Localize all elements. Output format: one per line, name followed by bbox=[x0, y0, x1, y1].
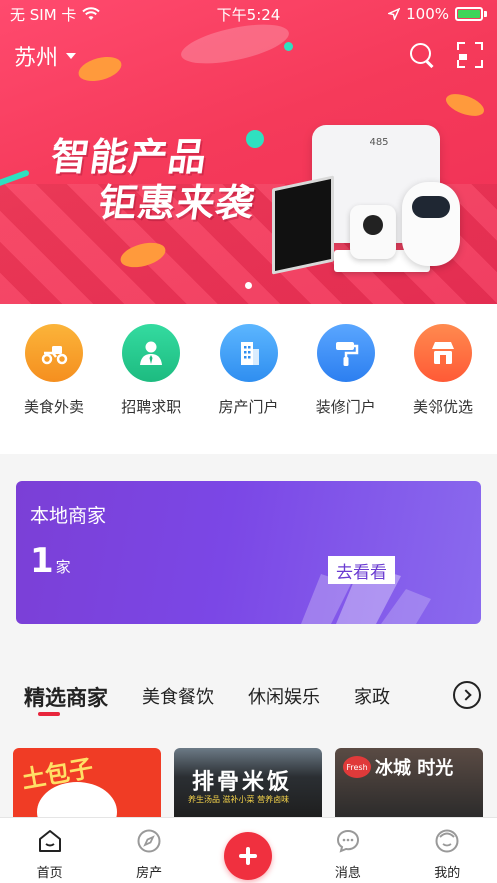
merchant-count-number: 1 bbox=[30, 541, 54, 581]
merchant-card[interactable]: Fresh 冰城 时光 bbox=[335, 748, 483, 820]
view-merchants-button[interactable]: 去看看 bbox=[328, 556, 395, 584]
local-merchants-title: 本地商家 bbox=[30, 505, 107, 527]
category-recruitment[interactable]: 招聘求职 bbox=[107, 324, 195, 454]
scooter-icon bbox=[25, 324, 83, 382]
battery-icon bbox=[455, 7, 487, 21]
category-label: 美食外卖 bbox=[23, 398, 84, 416]
banner-title-line2: 钜惠来袭 bbox=[95, 181, 258, 225]
category-label: 装修门户 bbox=[315, 398, 376, 416]
nav-label: 我的 bbox=[434, 866, 461, 881]
banner-decoration bbox=[443, 89, 487, 121]
home-icon bbox=[38, 830, 61, 852]
nav-publish[interactable] bbox=[208, 818, 288, 880]
paint-roller-icon bbox=[316, 324, 375, 382]
nav-label: 首页 bbox=[36, 866, 63, 881]
banner-pagination-dot bbox=[245, 282, 252, 289]
category-decoration[interactable]: 装修门户 bbox=[302, 324, 390, 454]
tab-housekeeping[interactable]: 家政 bbox=[354, 664, 390, 709]
monitor-image bbox=[272, 175, 334, 275]
merchant-list: 土包子 排骨米饭 养生汤品 滋补小菜 营养卤味 Fresh 冰城 时光 bbox=[13, 748, 497, 820]
search-icon[interactable] bbox=[409, 42, 435, 68]
location-arrow-icon bbox=[388, 8, 401, 20]
merchant-badge: Fresh bbox=[343, 756, 371, 778]
nav-home[interactable]: 首页 bbox=[10, 818, 90, 881]
category-label: 房产门户 bbox=[218, 398, 279, 416]
clock: 下午5:24 bbox=[216, 5, 281, 24]
plus-icon bbox=[239, 847, 258, 865]
city-label: 苏州 bbox=[14, 46, 59, 71]
scale-display: 485 bbox=[369, 137, 389, 148]
banner-decoration bbox=[75, 52, 125, 86]
category-grid: 美食外卖 招聘求职 房产门户 装修门户 美邻优选 bbox=[0, 304, 497, 454]
category-real-estate[interactable]: 房产门户 bbox=[205, 324, 293, 454]
merchant-count: 1 家 bbox=[30, 541, 71, 581]
scan-icon[interactable] bbox=[457, 42, 483, 68]
merchant-category-tabs: 精选商家 美食餐饮 休闲娱乐 家政 bbox=[0, 664, 497, 724]
carrier-label: 无 SIM 卡 bbox=[10, 5, 77, 24]
header-actions bbox=[409, 42, 483, 68]
battery-percent: 100% bbox=[406, 5, 449, 23]
robot-image bbox=[402, 182, 460, 266]
tab-food[interactable]: 美食餐饮 bbox=[142, 664, 214, 709]
caret-down-icon bbox=[66, 53, 77, 59]
bottom-navigation: 首页 房产 消息 我的 bbox=[0, 817, 497, 883]
chevron-right-icon bbox=[459, 689, 472, 701]
merchant-sign: 冰城 时光 bbox=[375, 758, 454, 779]
camera-image bbox=[350, 205, 396, 259]
banner-title: 智能产品 钜惠来袭 bbox=[42, 134, 265, 226]
merchant-count-unit: 家 bbox=[55, 558, 71, 576]
nav-profile[interactable]: 我的 bbox=[407, 818, 487, 881]
local-merchants-card[interactable]: 本地商家 1 家 去看看 bbox=[16, 481, 481, 624]
tab-leisure[interactable]: 休闲娱乐 bbox=[248, 664, 320, 709]
merchant-sub-sign: 养生汤品 滋补小菜 营养卤味 bbox=[188, 795, 290, 804]
nav-label: 房产 bbox=[136, 866, 163, 881]
nav-messages[interactable]: 消息 bbox=[308, 818, 388, 881]
publish-button[interactable] bbox=[224, 832, 273, 880]
shop-icon bbox=[414, 324, 472, 382]
tab-featured[interactable]: 精选商家 bbox=[24, 664, 108, 712]
merchant-card[interactable]: 土包子 bbox=[13, 748, 161, 820]
merchant-card[interactable]: 排骨米饭 养生汤品 滋补小菜 营养卤味 bbox=[174, 748, 322, 820]
city-picker[interactable]: 苏州 bbox=[14, 40, 77, 72]
merchant-sign: 排骨米饭 bbox=[192, 770, 293, 795]
message-icon bbox=[336, 829, 359, 853]
active-tab-indicator bbox=[38, 712, 60, 716]
compass-icon bbox=[137, 829, 161, 853]
status-bar: 无 SIM 卡 下午5:24 100% bbox=[0, 0, 497, 28]
building-icon bbox=[219, 324, 278, 382]
category-label: 招聘求职 bbox=[121, 398, 182, 416]
banner-decoration bbox=[284, 42, 293, 51]
recruit-person-icon bbox=[122, 324, 181, 382]
banner-title-line1: 智能产品 bbox=[48, 135, 211, 179]
category-label: 美邻优选 bbox=[412, 398, 473, 416]
nav-label: 消息 bbox=[334, 866, 361, 881]
category-food-delivery[interactable]: 美食外卖 bbox=[10, 324, 98, 454]
wifi-icon bbox=[82, 7, 101, 20]
tabs-more-button[interactable] bbox=[453, 681, 481, 709]
category-neighbor-picks[interactable]: 美邻优选 bbox=[399, 324, 487, 454]
user-icon bbox=[435, 829, 459, 853]
nav-real-estate[interactable]: 房产 bbox=[109, 818, 189, 881]
